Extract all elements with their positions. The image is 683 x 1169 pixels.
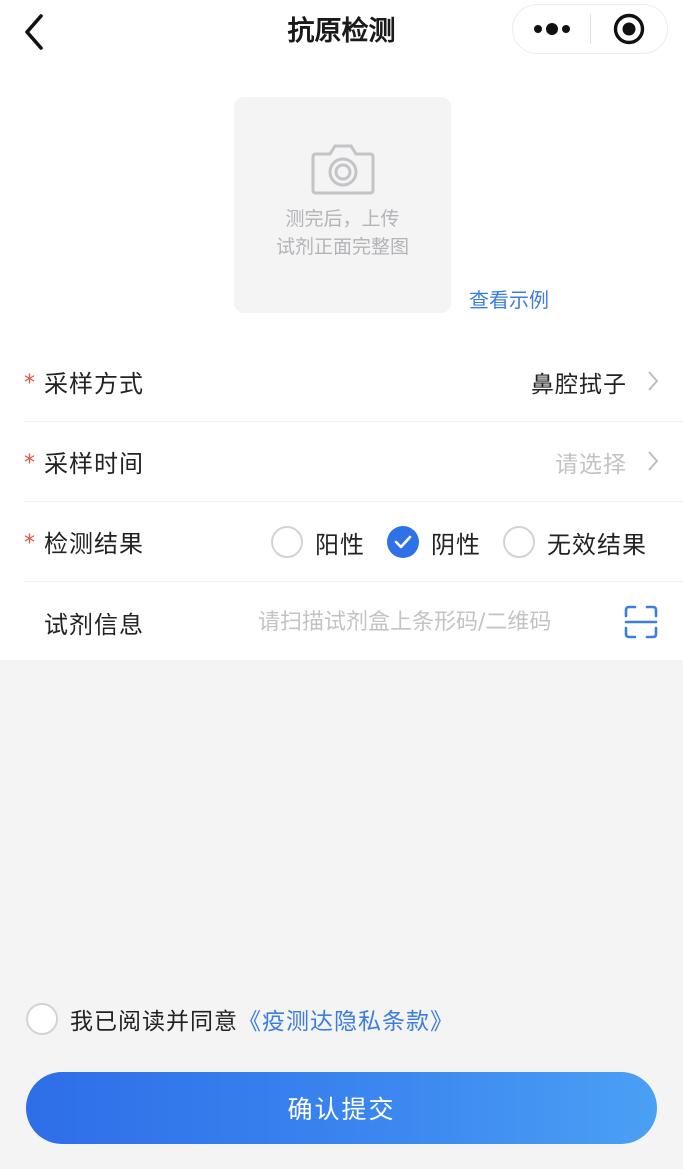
required-asterisk: * xyxy=(24,450,35,476)
sampling-time-picker[interactable]: 请选择 xyxy=(555,445,627,479)
more-dots-icon xyxy=(533,23,570,35)
sampling-method-label: 采样方式 xyxy=(44,370,144,398)
close-button[interactable] xyxy=(591,4,667,54)
result-radio-group: 阳性 阴性 无效结果 xyxy=(271,502,647,582)
privacy-policy-link[interactable]: 《疫测达隐私条款》 xyxy=(238,1002,454,1036)
reagent-code-input[interactable] xyxy=(258,604,602,640)
radio-positive[interactable]: 阳性 xyxy=(271,525,365,560)
radio-label: 无效结果 xyxy=(547,530,647,559)
view-example-link[interactable]: 查看示例 xyxy=(469,286,549,314)
mini-program-capsule xyxy=(512,4,668,54)
test-result-label: 检测结果 xyxy=(44,530,144,558)
radio-circle[interactable] xyxy=(503,526,535,558)
radio-invalid[interactable]: 无效结果 xyxy=(503,525,647,560)
agreement-text: 我已阅读并同意 xyxy=(70,1009,238,1035)
sampling-time-row[interactable]: * 采样时间 请选择 xyxy=(24,422,683,502)
reagent-info-row: 试剂信息 xyxy=(24,582,683,662)
sampling-method-row[interactable]: * 采样方式 鼻腔拭子 xyxy=(24,342,683,422)
upload-hint: 测完后，上传 试剂正面完整图 xyxy=(275,208,409,258)
submit-button[interactable]: 确认提交 xyxy=(26,1072,657,1144)
chevron-right-icon xyxy=(648,451,659,471)
more-button[interactable] xyxy=(513,4,590,54)
camera-icon xyxy=(311,144,374,195)
check-icon xyxy=(394,535,412,549)
privacy-agreement: 我已阅读并同意 《疫测达隐私条款》 xyxy=(26,1001,454,1037)
chevron-right-icon xyxy=(648,371,659,391)
radio-label: 阴性 xyxy=(431,530,481,559)
radio-negative[interactable]: 阴性 xyxy=(387,525,481,560)
radio-circle-checked[interactable] xyxy=(387,526,419,558)
radio-circle[interactable] xyxy=(271,526,303,558)
sampling-method-value[interactable]: 鼻腔拭子 xyxy=(531,365,627,399)
agreement-checkbox[interactable] xyxy=(26,1003,58,1035)
photo-upload-box[interactable]: 测完后，上传 试剂正面完整图 xyxy=(234,97,451,313)
required-spacer xyxy=(24,620,44,624)
reagent-info-label: 试剂信息 xyxy=(44,610,144,639)
radio-label: 阳性 xyxy=(315,530,365,559)
sampling-time-label: 采样时间 xyxy=(44,450,144,478)
required-asterisk: * xyxy=(24,370,35,396)
target-circle-icon xyxy=(613,13,645,45)
scan-icon[interactable] xyxy=(623,604,659,640)
test-result-row: * 检测结果 阳性 阴性 无效结果 xyxy=(24,502,683,582)
required-asterisk: * xyxy=(24,530,35,556)
nav-bar: 抗原检测 xyxy=(0,0,683,64)
